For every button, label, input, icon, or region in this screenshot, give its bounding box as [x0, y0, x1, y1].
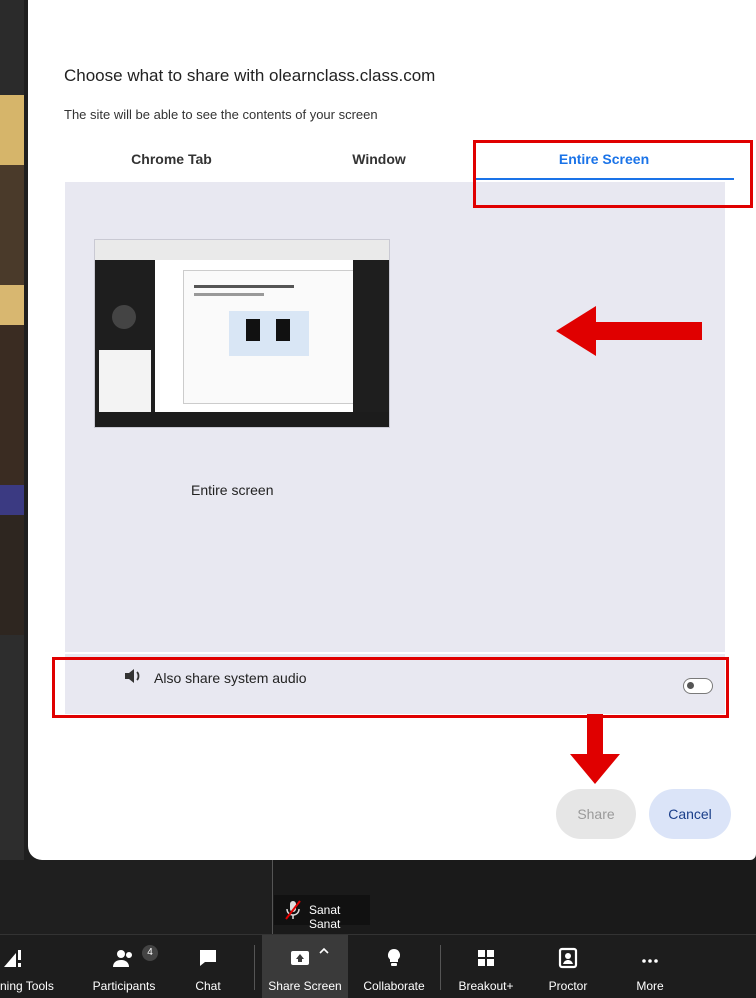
share-screen-icon	[291, 951, 309, 965]
toolbar-label: Collaborate	[363, 979, 425, 993]
left-arrow-icon	[556, 306, 702, 356]
thumbnail-label: Entire screen	[191, 482, 274, 498]
entire-screen-thumbnail[interactable]	[94, 239, 390, 428]
tab-chrome-tab[interactable]: Chrome Tab	[64, 140, 279, 182]
meeting-toolbar: ning Tools 4 Participants Chat Share Scr…	[0, 934, 756, 998]
chat-button[interactable]: Chat	[178, 935, 238, 998]
video-tile	[0, 0, 24, 95]
down-arrow-icon	[570, 714, 620, 784]
thumb-panel	[99, 350, 151, 420]
mic-muted-icon	[285, 900, 301, 920]
thumb-right-panel	[353, 260, 389, 412]
participant-count-badge: 4	[142, 945, 158, 961]
participants-icon	[113, 950, 132, 967]
participant-name-tag: Sanat Sanat	[274, 895, 370, 931]
more-button[interactable]: More	[614, 935, 686, 998]
toolbar-label: Chat	[195, 979, 221, 993]
background-video-strip	[0, 0, 24, 860]
toolbar-divider	[254, 945, 255, 990]
thumb-taskbar	[95, 412, 389, 427]
video-tile	[0, 485, 24, 515]
dialog-subtitle: The site will be able to see the content…	[64, 107, 378, 122]
polling-tools-icon	[4, 950, 21, 967]
lightbulb-icon	[387, 948, 401, 966]
entire-screen-highlight	[473, 140, 753, 208]
thumb-camera	[112, 305, 136, 329]
audio-row-highlight	[52, 657, 729, 718]
thumb-doc-line	[194, 293, 264, 296]
toolbar-label: More	[636, 979, 664, 993]
thumb-doc-block	[246, 319, 260, 341]
proctor-button[interactable]: Proctor	[530, 935, 606, 998]
chat-icon	[200, 950, 216, 966]
share-dialog: Choose what to share with olearnclass.cl…	[28, 0, 756, 860]
video-tile	[0, 635, 24, 860]
toolbar-label: Breakout+	[458, 979, 514, 993]
chevron-up-icon[interactable]	[318, 945, 330, 957]
share-button[interactable]: Share	[556, 789, 636, 839]
thumb-browser-bar	[95, 240, 389, 260]
toolbar-label: Participants	[92, 979, 156, 993]
video-tile	[0, 325, 24, 485]
polling-tools-button[interactable]: ning Tools	[0, 935, 78, 998]
participants-button[interactable]: 4 Participants	[84, 935, 164, 998]
video-tile	[0, 165, 24, 285]
thumb-doc-block	[276, 319, 290, 341]
dialog-title: Choose what to share with olearnclass.cl…	[64, 66, 436, 85]
video-tile	[0, 515, 24, 635]
breakout-button[interactable]: Breakout+	[446, 935, 526, 998]
thumb-doc-line	[194, 285, 294, 288]
toolbar-label: Proctor	[548, 979, 588, 993]
proctor-icon	[558, 947, 578, 969]
toolbar-label: Share Screen	[268, 979, 342, 993]
breakout-icon	[478, 950, 494, 966]
collaborate-button[interactable]: Collaborate	[354, 935, 434, 998]
participant-name: Sanat Sanat	[309, 903, 341, 931]
toolbar-divider	[440, 945, 441, 990]
tab-window[interactable]: Window	[279, 140, 479, 182]
thumb-doc-box	[229, 311, 309, 356]
cancel-button[interactable]: Cancel	[649, 789, 731, 839]
video-tile	[0, 95, 24, 165]
thumb-sidebar	[95, 260, 155, 420]
toolbar-label: ning Tools	[0, 979, 54, 993]
thumb-document	[183, 270, 355, 404]
video-tile	[0, 285, 24, 325]
share-screen-button[interactable]: Share Screen	[262, 935, 348, 998]
screen-picker-area: Entire screen	[65, 182, 725, 652]
more-icon	[642, 959, 658, 963]
